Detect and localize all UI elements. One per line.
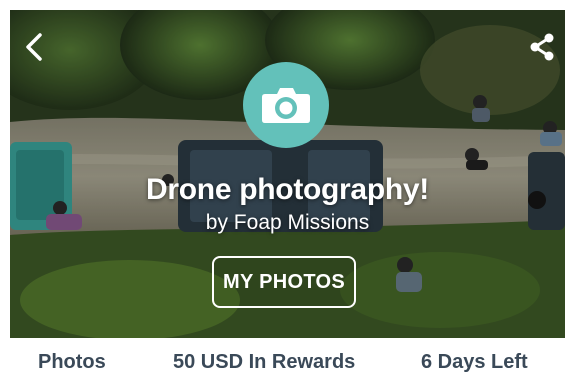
hero-image: Drone photography! by Foap Missions MY P…: [10, 10, 565, 338]
mission-screen: Drone photography! by Foap Missions MY P…: [0, 0, 565, 381]
chevron-left-icon: [26, 33, 42, 61]
share-button[interactable]: [527, 32, 557, 62]
mission-author: by Foap Missions: [205, 211, 370, 234]
mission-stats-bar: Photos 50 USD In Rewards 6 Days Left: [0, 338, 565, 381]
camera-icon: [262, 88, 310, 123]
mission-title: Drone photography!: [146, 173, 429, 206]
back-button[interactable]: [22, 32, 48, 62]
photos-tab[interactable]: Photos: [38, 351, 106, 374]
share-icon: [530, 33, 554, 61]
rewards-stat: 50 USD In Rewards: [173, 351, 356, 373]
my-photos-button[interactable]: MY PHOTOS: [212, 256, 356, 308]
mission-badge: [243, 62, 329, 148]
days-left-stat: 6 Days Left: [421, 351, 528, 373]
